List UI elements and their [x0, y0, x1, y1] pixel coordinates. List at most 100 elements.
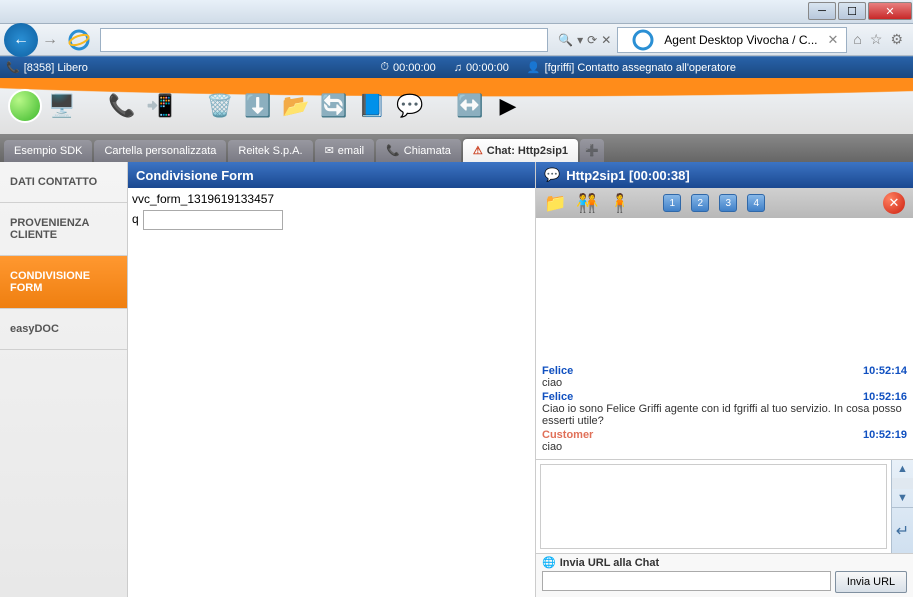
form-panel-header: Condivisione Form [128, 162, 535, 188]
forward-button[interactable]: → [38, 28, 62, 52]
chat-input[interactable] [540, 464, 887, 549]
tab-favicon [632, 29, 654, 51]
quick-1-button[interactable]: 1 [663, 194, 681, 212]
msg-text: Ciao io sono Felice Griffi agente con id… [542, 403, 907, 427]
msg-time: 10:52:19 [863, 429, 907, 441]
folders-icon[interactable]: 📂 [278, 88, 314, 124]
browser-nav: ← → 🔍▾ ⟳ ✕ Agent Desktop Vivocha / C... … [0, 24, 913, 56]
msg-sender: Felice [542, 391, 573, 403]
chat-icon: 💬 [544, 167, 560, 183]
msg-time: 10:52:16 [863, 391, 907, 403]
quick-2-button[interactable]: 2 [691, 194, 709, 212]
stopwatch-icon: ⏱ [380, 61, 389, 74]
msg-text: ciao [542, 441, 907, 453]
monitor-icon[interactable]: 🖥️ [44, 88, 80, 124]
msg-text: ciao [542, 377, 907, 389]
sidetab-dati-contatto[interactable]: DATI CONTATTO [0, 162, 127, 203]
scroll-up-icon[interactable]: ▲ [892, 460, 913, 478]
refresh-icon[interactable]: ⟳ [587, 33, 597, 47]
window-minimize-button[interactable]: ─ [808, 2, 836, 20]
user-icon: 👤 [527, 61, 541, 74]
side-nav: DATI CONTATTO PROVENIENZA CLIENTE CONDIV… [0, 162, 128, 597]
call-icon: 📞 [386, 144, 400, 157]
cobrowse-icon[interactable]: 🧑‍🤝‍🧑 [576, 193, 598, 214]
status-strip: 📞 [8358] Libero ⏱ 00:00:00 ♫ 00:00:00 👤 … [0, 56, 913, 78]
browser-tab[interactable]: Agent Desktop Vivocha / C... ✕ [617, 27, 847, 53]
main-toolbar: 🖥️ 📞 📲 🗑️ ⬇️ 📂 🔄 📘 💬 ↔️ ▶ [0, 78, 913, 134]
chat-log: Felice10:52:14ciaoFelice10:52:16Ciao io … [536, 218, 913, 459]
window-close-button[interactable]: ✕ [868, 2, 912, 20]
window-maximize-button[interactable]: ☐ [838, 2, 866, 20]
status-indicator-icon[interactable] [8, 89, 42, 123]
tab-email[interactable]: ✉email [315, 139, 375, 162]
book-icon[interactable]: 📘 [354, 88, 390, 124]
url-input[interactable] [542, 571, 831, 591]
timer-1: ⏱ 00:00:00 [380, 61, 435, 74]
tab-add-button[interactable]: ➕ [580, 139, 604, 162]
trash-icon[interactable]: 🗑️ [202, 88, 238, 124]
stop-icon[interactable]: ✕ [601, 33, 611, 47]
download-icon[interactable]: ⬇️ [240, 88, 276, 124]
form-share-panel: Condivisione Form vvc_form_1319619133457… [128, 162, 536, 597]
chat-panel-header: 💬 Http2sip1 [00:00:38] [536, 162, 913, 188]
gear-icon[interactable]: ⚙ [890, 31, 903, 48]
play-icon[interactable]: ▶ [490, 88, 526, 124]
tab-esempio-sdk[interactable]: Esempio SDK [4, 140, 92, 162]
chat-toolbar: 📁 🧑‍🤝‍🧑 🧍 1 2 3 4 ✕ [536, 188, 913, 218]
tab-reitek[interactable]: Reitek S.p.A. [228, 140, 312, 162]
tab-close-icon[interactable]: ✕ [828, 32, 839, 48]
chat-composer: ▲ ▼ ↵ [536, 459, 913, 553]
music-icon: ♫ [454, 62, 462, 74]
warning-icon: ⚠ [473, 144, 483, 157]
sidetab-condivisione-form[interactable]: CONDIVISIONE FORM [0, 256, 127, 309]
ie-logo-icon [68, 29, 90, 51]
plus-icon: ➕ [585, 144, 599, 157]
url-push-bar: 🌐Invia URL alla Chat Invia URL [536, 553, 913, 597]
main-content: DATI CONTATTO PROVENIENZA CLIENTE CONDIV… [0, 162, 913, 597]
quote-icon[interactable]: 💬 [392, 88, 428, 124]
search-controls: 🔍▾ ⟳ ✕ [552, 33, 617, 47]
transfer-icon[interactable]: ↔️ [452, 88, 488, 124]
sidetab-easydoc[interactable]: easyDOC [0, 309, 127, 350]
close-chat-button[interactable]: ✕ [883, 192, 905, 214]
search-icon[interactable]: 🔍 [558, 33, 573, 47]
globe-icon: 🌐 [542, 556, 556, 569]
form-field-input[interactable] [143, 210, 283, 230]
address-bar[interactable] [100, 28, 548, 52]
email-icon: ✉ [325, 144, 334, 157]
composer-scrollbar[interactable]: ▲ ▼ ↵ [891, 460, 913, 553]
refresh-icon[interactable]: 🔄 [316, 88, 352, 124]
timer-2: ♫ 00:00:00 [454, 62, 509, 74]
msg-sender: Customer [542, 429, 593, 441]
window-titlebar: ─ ☐ ✕ [0, 0, 913, 24]
call-icon[interactable]: 📞 [104, 88, 140, 124]
scroll-down-icon[interactable]: ▼ [892, 489, 913, 507]
field-label: q [132, 212, 139, 226]
redial-icon[interactable]: 📲 [142, 88, 178, 124]
agent-status: 📞 [8358] Libero [6, 61, 88, 74]
status-message: 👤 [fgriffi] Contatto assegnato all'opera… [527, 61, 736, 74]
send-url-button[interactable]: Invia URL [835, 571, 907, 593]
tab-chat[interactable]: ⚠Chat: Http2sip1 [463, 139, 578, 162]
msg-sender: Felice [542, 365, 573, 377]
quick-4-button[interactable]: 4 [747, 194, 765, 212]
sidetab-provenienza[interactable]: PROVENIENZA CLIENTE [0, 203, 127, 256]
favorites-icon[interactable]: ☆ [870, 31, 883, 48]
agent-icon[interactable]: 🧍 [609, 193, 631, 214]
chat-message: Customer 10:52:19ciao [542, 429, 907, 453]
tab-chiamata[interactable]: 📞Chiamata [376, 139, 461, 162]
quick-3-button[interactable]: 3 [719, 194, 737, 212]
home-icon[interactable]: ⌂ [853, 31, 861, 48]
content-tabs: Esempio SDK Cartella personalizzata Reit… [0, 134, 913, 162]
chat-message: Felice 10:52:16Ciao io sono Felice Griffi… [542, 391, 907, 427]
send-icon[interactable]: ↵ [892, 507, 913, 553]
form-name: vvc_form_1319619133457 [132, 192, 531, 206]
back-button[interactable]: ← [4, 23, 38, 57]
tab-cartella[interactable]: Cartella personalizzata [94, 140, 226, 162]
phone-icon: 📞 [6, 61, 20, 74]
chat-message: Felice 10:52:14ciao [542, 365, 907, 389]
folder-icon[interactable]: 📁 [544, 193, 566, 214]
browser-tools: ⌂ ☆ ⚙ [847, 31, 909, 48]
msg-time: 10:52:14 [863, 365, 907, 377]
tab-title: Agent Desktop Vivocha / C... [664, 33, 817, 47]
